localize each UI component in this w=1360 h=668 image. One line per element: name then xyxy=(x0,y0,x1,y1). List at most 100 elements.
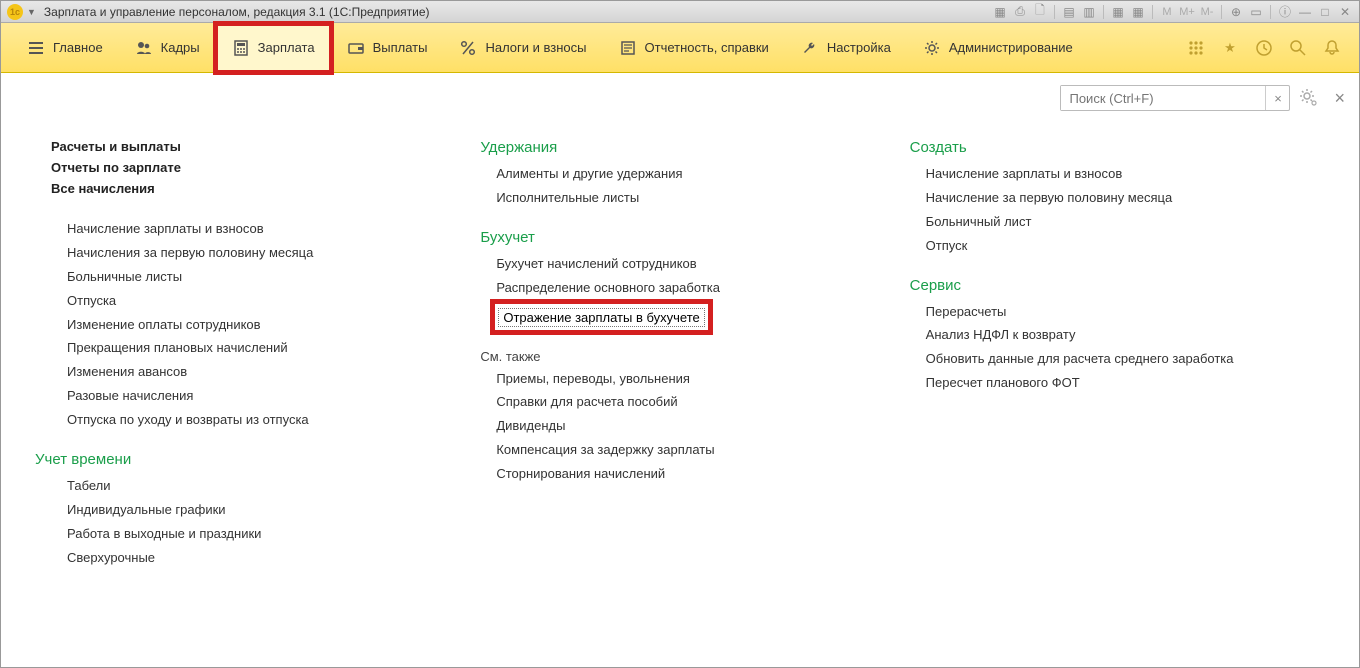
link-ind-graf[interactable]: Индивидуальные графики xyxy=(67,502,460,519)
group-uderzh[interactable]: Удержания xyxy=(480,139,889,156)
link-otrazh-zp[interactable]: Отражение зарплаты в бухучете xyxy=(498,308,704,327)
nav-nastr[interactable]: Настройка xyxy=(785,24,907,72)
search-field-wrap: × xyxy=(1060,85,1290,111)
page-toolbar: × × xyxy=(1,73,1359,123)
preview-icon[interactable]: 🗋 xyxy=(1032,4,1048,20)
wallet-icon xyxy=(347,39,365,57)
link-raspr[interactable]: Распределение основного заработка xyxy=(496,280,889,297)
app-menu-dropdown-icon[interactable]: ▼ xyxy=(27,7,36,17)
link-izm-av[interactable]: Изменения авансов xyxy=(67,364,460,381)
link-prekr[interactable]: Прекращения плановых начислений xyxy=(67,340,460,357)
zoom-in-icon[interactable]: ⊕ xyxy=(1228,4,1244,20)
link-vse-nach[interactable]: Все начисления xyxy=(51,181,460,196)
group-servis[interactable]: Сервис xyxy=(910,277,1319,294)
nav-otchet-label: Отчетность, справки xyxy=(645,40,769,55)
column-1: Расчеты и выплаты Отчеты по зарплате Все… xyxy=(51,133,460,574)
search-input[interactable] xyxy=(1061,86,1265,110)
report-icon xyxy=(619,39,637,57)
main-navigation: Главное Кадры Зарплата Выплаты Налоги и … xyxy=(1,23,1359,73)
link-izm-opl[interactable]: Изменение оплаты сотрудников xyxy=(67,317,460,334)
m-zoom-icon[interactable]: M xyxy=(1159,4,1175,20)
search-icon[interactable] xyxy=(1287,37,1309,59)
gear-icon xyxy=(923,39,941,57)
close-window-icon[interactable]: ✕ xyxy=(1337,4,1353,20)
titlebar-tools: ▦ ⎙ 🗋 ▤ ▥ ▦ ▦ M M+ M- ⊕ ▭ ⓘ — □ ✕ xyxy=(992,4,1353,20)
link-alimenty[interactable]: Алименты и другие удержания xyxy=(496,166,889,183)
nav-kadry[interactable]: Кадры xyxy=(119,24,216,72)
link-c-nach-perv[interactable]: Начисление за первую половину месяца xyxy=(926,190,1319,207)
doc1-icon[interactable]: ▤ xyxy=(1061,4,1077,20)
link-c-nach-zp[interactable]: Начисление зарплаты и взносов xyxy=(926,166,1319,183)
link-c-otpusk[interactable]: Отпуск xyxy=(926,238,1319,255)
column-3: Создать Начисление зарплаты и взносов На… xyxy=(910,133,1319,574)
link-dividendy[interactable]: Дивиденды xyxy=(496,418,889,435)
link-c-boln[interactable]: Больничный лист xyxy=(926,214,1319,231)
print-icon[interactable]: ⎙ xyxy=(1012,4,1028,20)
nav-main[interactable]: Главное xyxy=(11,24,119,72)
nav-otchet[interactable]: Отчетность, справки xyxy=(603,24,785,72)
doc2-icon[interactable]: ▥ xyxy=(1081,4,1097,20)
help-icon[interactable]: ⓘ xyxy=(1277,4,1293,20)
nav-vyplaty[interactable]: Выплаты xyxy=(331,24,444,72)
nav-zarplata-label: Зарплата xyxy=(258,40,315,55)
apps-icon[interactable] xyxy=(1185,37,1207,59)
link-storn[interactable]: Сторнирования начислений xyxy=(496,466,889,483)
window-titlebar: 1c ▼ Зарплата и управление персоналом, р… xyxy=(1,1,1359,23)
link-otchety[interactable]: Отчеты по зарплате xyxy=(51,160,460,175)
link-pereraschety[interactable]: Перерасчеты xyxy=(926,304,1319,321)
m-plus-icon[interactable]: M+ xyxy=(1179,4,1195,20)
page-settings-icon[interactable] xyxy=(1298,87,1320,109)
link-spravki[interactable]: Справки для расчета пособий xyxy=(496,394,889,411)
people-icon xyxy=(135,39,153,57)
menu-icon xyxy=(27,39,45,57)
bell-icon[interactable] xyxy=(1321,37,1343,59)
link-pereschet-fot[interactable]: Пересчет планового ФОТ xyxy=(926,375,1319,392)
content-area: Расчеты и выплаты Отчеты по зарплате Все… xyxy=(1,123,1359,594)
nav-admin-label: Администрирование xyxy=(949,40,1073,55)
nav-nastr-label: Настройка xyxy=(827,40,891,55)
star-icon[interactable]: ★ xyxy=(1219,37,1241,59)
nav-zarplata[interactable]: Зарплата xyxy=(216,24,331,72)
link-kompens[interactable]: Компенсация за задержку зарплаты xyxy=(496,442,889,459)
link-priemy[interactable]: Приемы, переводы, увольнения xyxy=(496,371,889,388)
link-analiz-ndfl[interactable]: Анализ НДФЛ к возврату xyxy=(926,327,1319,344)
nav-nalogi[interactable]: Налоги и взносы xyxy=(443,24,602,72)
link-buh-nach[interactable]: Бухучет начислений сотрудников xyxy=(496,256,889,273)
link-obnovit[interactable]: Обновить данные для расчета среднего зар… xyxy=(926,351,1319,368)
search-clear-button[interactable]: × xyxy=(1265,86,1289,110)
highlight-box-item: Отражение зарплаты в бухучете xyxy=(490,299,712,335)
nav-kadry-label: Кадры xyxy=(161,40,200,55)
link-rab-vyh[interactable]: Работа в выходные и праздники xyxy=(67,526,460,543)
window-icon[interactable]: ▭ xyxy=(1248,4,1264,20)
grid2-icon[interactable]: ▦ xyxy=(1130,4,1146,20)
history-icon[interactable] xyxy=(1253,37,1275,59)
nav-vyplaty-label: Выплаты xyxy=(373,40,428,55)
wrench-icon xyxy=(801,39,819,57)
calendar-icon[interactable]: ▦ xyxy=(992,4,1008,20)
m-minus-icon[interactable]: M- xyxy=(1199,4,1215,20)
window-title: Зарплата и управление персоналом, редакц… xyxy=(44,5,430,19)
nav-nalogi-label: Налоги и взносы xyxy=(485,40,586,55)
nav-main-label: Главное xyxy=(53,40,103,55)
page-close-icon[interactable]: × xyxy=(1334,88,1345,109)
link-otp-uhod[interactable]: Отпуска по уходу и возвраты из отпуска xyxy=(67,412,460,429)
group-sozdat[interactable]: Создать xyxy=(910,139,1319,156)
group-buhuchet[interactable]: Бухучет xyxy=(480,229,889,246)
app-logo-icon: 1c xyxy=(7,4,23,20)
grid1-icon[interactable]: ▦ xyxy=(1110,4,1126,20)
group-sm-takzhe: См. также xyxy=(480,349,889,364)
link-raschety[interactable]: Расчеты и выплаты xyxy=(51,139,460,154)
nav-admin[interactable]: Администрирование xyxy=(907,24,1089,72)
link-otpuska[interactable]: Отпуска xyxy=(67,293,460,310)
calculator-icon xyxy=(232,39,250,57)
link-tabeli[interactable]: Табели xyxy=(67,478,460,495)
minimize-icon[interactable]: — xyxy=(1297,4,1313,20)
link-razov[interactable]: Разовые начисления xyxy=(67,388,460,405)
link-boln[interactable]: Больничные листы xyxy=(67,269,460,286)
link-sverh[interactable]: Сверхурочные xyxy=(67,550,460,567)
link-nach-zp[interactable]: Начисление зарплаты и взносов xyxy=(67,221,460,238)
group-uchet-vremeni[interactable]: Учет времени xyxy=(35,451,460,468)
link-ispoln[interactable]: Исполнительные листы xyxy=(496,190,889,207)
link-nach-perv[interactable]: Начисления за первую половину месяца xyxy=(67,245,460,262)
maximize-icon[interactable]: □ xyxy=(1317,4,1333,20)
